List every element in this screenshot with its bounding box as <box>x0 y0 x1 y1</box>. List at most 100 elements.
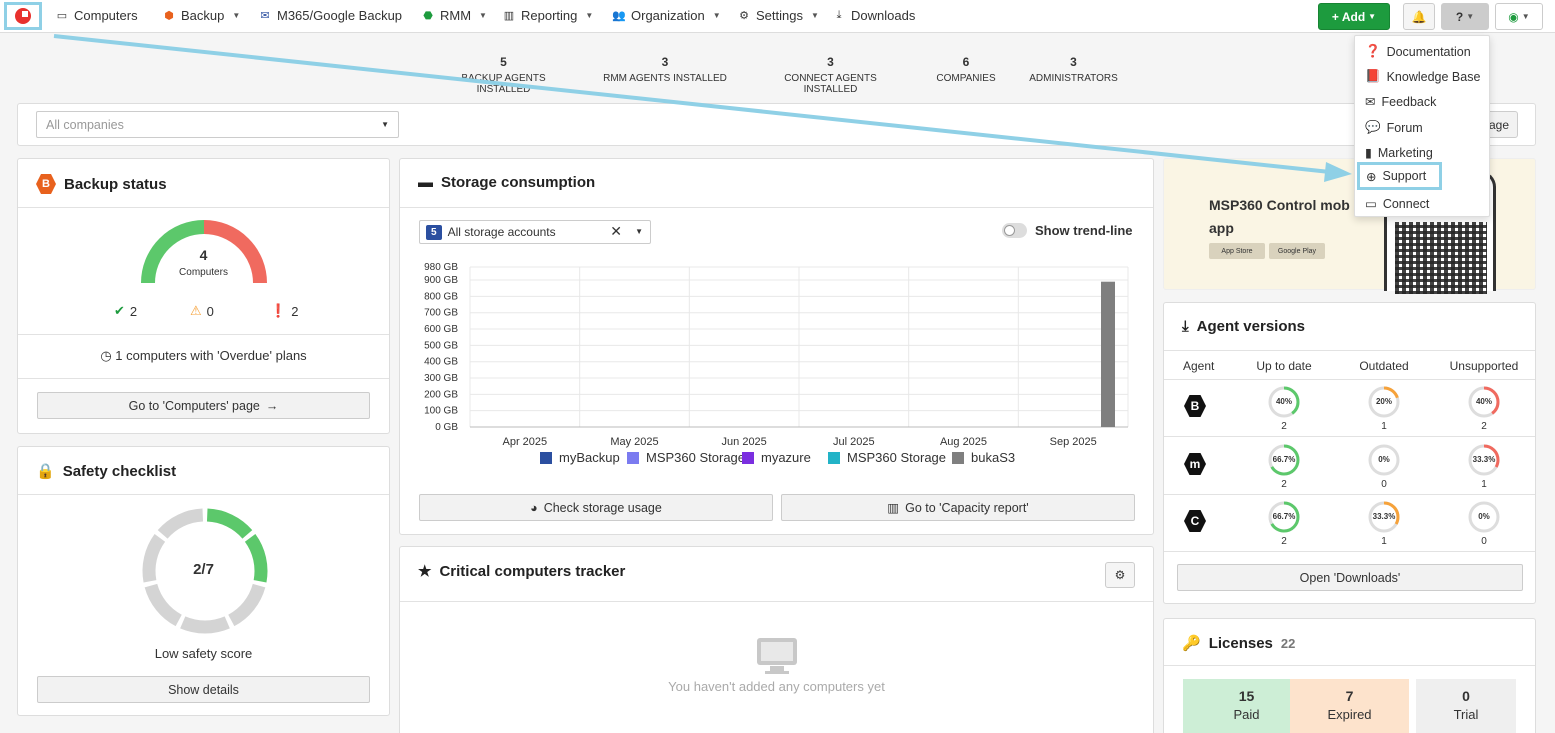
version-ring[interactable]: 66.7% <box>1267 443 1301 477</box>
ring-count: 0 <box>1381 479 1387 490</box>
nav-backup[interactable]: ⬢ Backup ▼ <box>162 8 240 23</box>
gear-icon: ⚙ <box>739 10 749 22</box>
backup-agent-icon: B <box>1184 395 1206 417</box>
version-ring[interactable]: 20% <box>1367 385 1401 419</box>
version-ring[interactable]: 40% <box>1467 385 1501 419</box>
menu-forum[interactable]: 💬 Forum <box>1365 120 1423 135</box>
agent-versions-panel: ⤓ Agent versions Agent Up to date Outdate… <box>1163 302 1536 604</box>
nav-downloads[interactable]: ⤓ Downloads <box>832 8 916 23</box>
accounts-count-badge: 5 <box>426 224 442 240</box>
legend-swatch <box>828 452 840 464</box>
overdue-link[interactable]: ◷ 1 computers with 'Overdue' plans <box>18 348 389 364</box>
legend-swatch <box>742 452 754 464</box>
user-menu-button[interactable]: ◉ ▼ <box>1495 3 1543 30</box>
status-warning[interactable]: ⚠ 0 <box>190 303 214 319</box>
legend-label[interactable]: bukaS3 <box>971 450 1015 465</box>
status-error[interactable]: ❗ 2 <box>270 303 298 319</box>
version-ring[interactable]: 0% <box>1367 443 1401 477</box>
storage-accounts-select[interactable]: 5 All storage accounts ✕ ▼ <box>419 220 651 244</box>
legend-label[interactable]: MSP360 Storage <box>646 450 745 465</box>
safety-segment <box>144 583 183 627</box>
notifications-button[interactable]: 🔔 <box>1403 3 1435 30</box>
nav-rmm[interactable]: ⬣ RMM ▼ <box>421 8 487 23</box>
capacity-report-button[interactable]: ▥ Go to 'Capacity report' <box>781 494 1135 521</box>
google-play-badge[interactable]: Google Play <box>1269 243 1325 259</box>
show-details-button[interactable]: Show details <box>37 676 370 703</box>
license-expired[interactable]: 7 Expired <box>1290 679 1409 733</box>
version-ring[interactable]: 33.3% <box>1367 500 1401 534</box>
agent-versions-title: ⤓ Agent versions <box>1182 318 1306 335</box>
y-tick-label: 200 GB <box>424 389 458 400</box>
nav-reporting[interactable]: ▥ Reporting ▼ <box>502 8 594 23</box>
divider <box>400 207 1153 208</box>
add-button[interactable]: + Add ▼ <box>1318 3 1390 30</box>
license-trial[interactable]: 0 Trial <box>1416 679 1516 733</box>
trend-line-toggle[interactable]: Show trend-line <box>1002 223 1133 238</box>
gear-icon: ⚙ <box>1114 568 1126 582</box>
clock-icon: ◷ <box>100 348 112 363</box>
menu-marketing[interactable]: ▮ Marketing <box>1365 145 1433 161</box>
app-store-badge[interactable]: App Store <box>1209 243 1265 259</box>
caret-icon: ▼ <box>585 11 594 20</box>
version-ring[interactable]: 66.7% <box>1267 500 1301 534</box>
divider <box>400 601 1153 602</box>
safety-title: 🔒 Safety checklist <box>36 462 177 481</box>
ring-count: 2 <box>1281 536 1287 547</box>
backup-icon: ⬢ <box>164 10 174 22</box>
menu-connect[interactable]: ▭ Connect <box>1365 196 1429 212</box>
tracker-title: ★ Critical computers tracker <box>418 562 626 581</box>
goto-computers-button[interactable]: Go to 'Computers' page → <box>37 392 370 419</box>
clear-icon[interactable]: ✕ <box>610 223 622 240</box>
menu-support[interactable]: ⊕ Support <box>1357 162 1442 190</box>
safety-score-label: Low safety score <box>154 646 253 661</box>
question-circle-icon: ❓ <box>1365 44 1381 58</box>
ring-count: 2 <box>1281 421 1287 432</box>
check-icon: ✔ <box>114 303 125 318</box>
storage-chart: 980 GB 900 GB 800 GB 700 GB 600 GB 500 GB 400 … <box>424 262 1129 465</box>
nav-m365[interactable]: ✉ M365/Google Backup <box>258 8 402 23</box>
menu-feedback[interactable]: ✉ Feedback <box>1365 94 1436 110</box>
caret-icon: ▼ <box>232 11 241 20</box>
company-select[interactable]: All companies ▼ <box>36 111 399 138</box>
nav-computers[interactable]: ▭ Computers <box>55 8 138 23</box>
tracker-settings-button[interactable]: ⚙ <box>1105 562 1135 588</box>
users-icon: 👥 <box>612 10 626 22</box>
open-downloads-button[interactable]: Open 'Downloads' <box>1177 564 1523 591</box>
check-storage-button[interactable]: ◕ Check storage usage <box>419 494 773 521</box>
nav-settings[interactable]: ⚙ Settings ▼ <box>737 8 819 23</box>
lifebuoy-icon: ⊕ <box>1366 169 1377 184</box>
legend-label[interactable]: myBackup <box>559 450 620 465</box>
legend-swatch <box>540 452 552 464</box>
app-logo[interactable] <box>4 2 42 30</box>
caret-icon: ▼ <box>712 11 721 20</box>
x-tick-label: Jun 2025 <box>722 436 767 448</box>
toggle-switch[interactable] <box>1002 223 1027 238</box>
status-ok[interactable]: ✔ 2 <box>114 303 137 319</box>
version-ring[interactable]: 0% <box>1467 500 1501 534</box>
stat-backup-agents: 5 BACKUP AGENTS INSTALLED <box>461 55 546 95</box>
x-tick-label: May 2025 <box>610 436 658 448</box>
legend-label[interactable]: MSP360 Storage <box>847 450 946 465</box>
download-icon: ⤓ <box>836 9 842 21</box>
help-dropdown-menu: ❓ Documentation 📕 Knowledge Base ✉ Feedback… <box>1354 35 1490 217</box>
y-tick-label: 700 GB <box>424 308 458 319</box>
caret-icon: ▼ <box>1521 12 1530 21</box>
download-icon: ⤓ <box>1182 318 1189 335</box>
bell-icon: 🔔 <box>1411 9 1427 24</box>
divider <box>1164 436 1535 437</box>
help-menu-button[interactable]: ? ▼ <box>1441 3 1489 30</box>
menu-documentation[interactable]: ❓ Documentation <box>1365 44 1471 59</box>
key-icon: 🔑 <box>1182 635 1201 652</box>
user-icon: ◉ <box>1508 9 1519 24</box>
nav-organization[interactable]: 👥 Organization ▼ <box>612 8 721 23</box>
version-ring[interactable]: 33.3% <box>1467 443 1501 477</box>
legend-label[interactable]: myazure <box>761 450 811 465</box>
col-up-to-date: Up to date <box>1256 359 1312 373</box>
y-tick-label: 800 GB <box>424 291 458 302</box>
menu-knowledge-base[interactable]: 📕 Knowledge Base <box>1365 69 1480 84</box>
bar[interactable] <box>1101 281 1115 427</box>
book-icon: 📕 <box>1365 69 1381 83</box>
version-ring[interactable]: 40% <box>1267 385 1301 419</box>
legend-swatch <box>627 452 639 464</box>
y-tick-label: 900 GB <box>424 275 458 286</box>
